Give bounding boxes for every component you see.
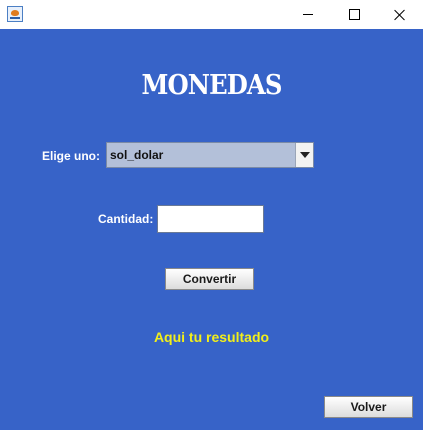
choose-label: Elige uno: bbox=[42, 149, 100, 163]
back-button[interactable]: Volver bbox=[324, 396, 413, 418]
dropdown-button[interactable] bbox=[295, 143, 313, 167]
maximize-button[interactable] bbox=[331, 0, 377, 29]
amount-label: Cantidad: bbox=[98, 212, 154, 226]
convert-button[interactable]: Convertir bbox=[165, 268, 254, 290]
close-button[interactable] bbox=[377, 0, 423, 29]
minimize-icon bbox=[303, 14, 313, 15]
amount-input[interactable] bbox=[157, 205, 264, 233]
page-title: MONEDAS bbox=[141, 70, 283, 101]
currency-select-value: sol_dolar bbox=[110, 148, 164, 162]
maximize-icon bbox=[348, 9, 360, 20]
main-panel: MONEDAS Elige uno: sol_dolar Cantidad: C… bbox=[0, 29, 423, 430]
result-text: Aqui tu resultado bbox=[153, 329, 270, 345]
close-icon bbox=[394, 9, 406, 21]
minimize-button[interactable] bbox=[285, 0, 331, 29]
chevron-down-icon bbox=[300, 152, 310, 158]
title-bar bbox=[0, 0, 423, 29]
java-cup-icon bbox=[7, 6, 23, 22]
app-window: MONEDAS Elige uno: sol_dolar Cantidad: C… bbox=[0, 0, 423, 430]
currency-select[interactable]: sol_dolar bbox=[106, 142, 314, 168]
